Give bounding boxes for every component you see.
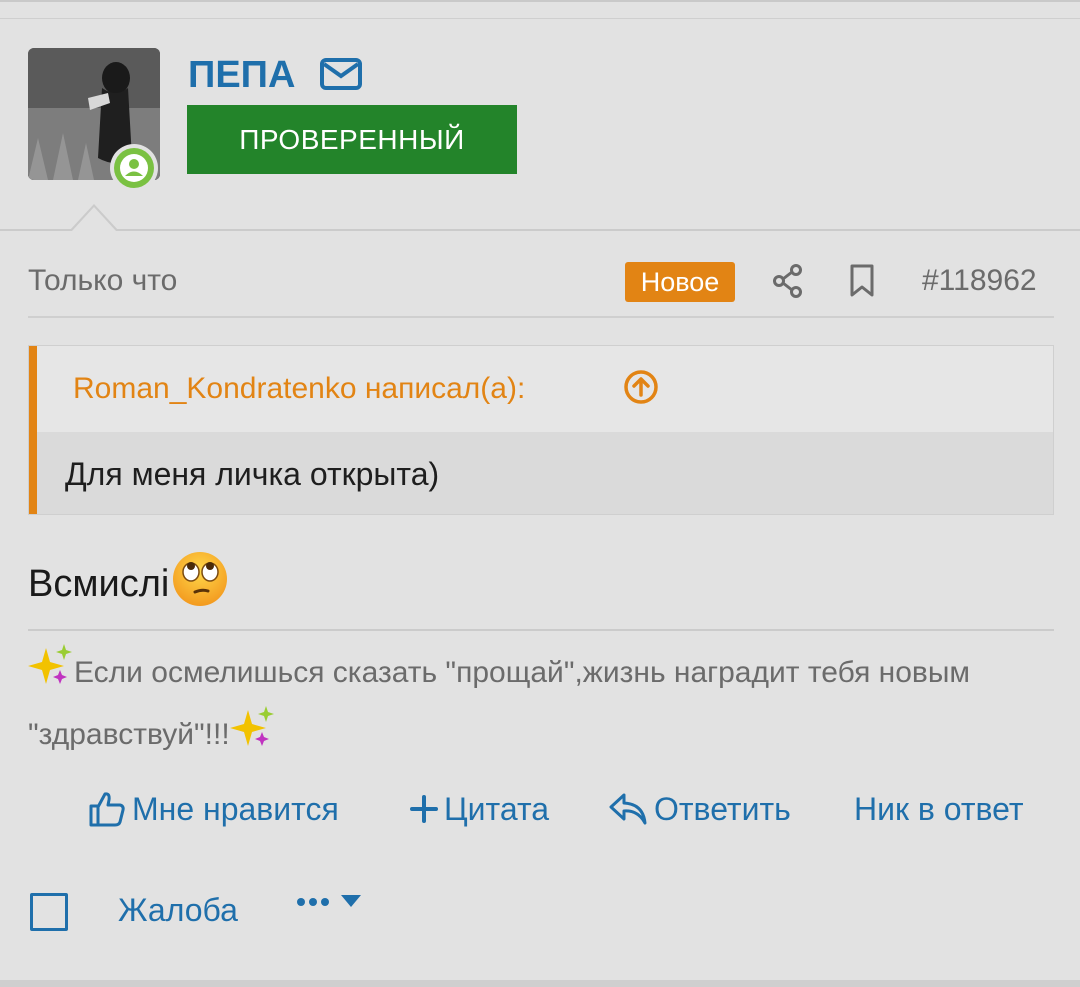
bottom-divider: [0, 980, 1080, 987]
quote-button[interactable]: Цитата: [410, 786, 549, 832]
header-pointer: [70, 204, 118, 231]
quote-header: Roman_Kondratenko написал(а):: [37, 346, 1053, 432]
mail-icon[interactable]: [320, 58, 362, 95]
thumbs-up-icon: [88, 790, 126, 828]
reply-icon: [608, 792, 648, 826]
quote-block: Roman_Kondratenko написал(а): Для меня л…: [28, 345, 1054, 515]
username[interactable]: ПЕПА: [188, 54, 295, 97]
post-time[interactable]: Только что: [28, 264, 177, 298]
signature-divider: [28, 629, 1054, 631]
sparkles-icon: [28, 644, 74, 706]
signature-text: Если осмелишься сказать "прощай",жизнь н…: [28, 656, 971, 751]
post-number-link[interactable]: #118962: [922, 264, 1037, 298]
report-link[interactable]: Жалоба: [118, 892, 238, 929]
post-message: Всмислі: [28, 550, 229, 618]
rolling-eyes-emoji: [171, 550, 229, 618]
online-status-indicator: [110, 144, 158, 192]
sparkles-icon: [229, 706, 276, 768]
header-divider: [0, 229, 1080, 231]
select-post-checkbox[interactable]: [30, 893, 68, 931]
plus-icon: [410, 795, 438, 823]
post-message-text: Всмислі: [28, 562, 170, 605]
more-dots-icon: [296, 895, 330, 913]
quote-body: Для меня личка открыта): [37, 432, 1053, 514]
more-menu-button[interactable]: [296, 894, 362, 913]
like-label: Мне нравится: [132, 790, 339, 827]
reply-button[interactable]: Ответить: [608, 786, 791, 832]
user-online-icon: [114, 148, 154, 188]
quote-text: Для меня личка открыта): [65, 456, 440, 492]
meta-divider: [28, 316, 1054, 318]
signature: Если осмелишься сказать "прощай",жизнь н…: [28, 644, 1028, 768]
user-title-badge: ПРОВЕРЕННЫЙ: [187, 105, 517, 174]
like-button[interactable]: Мне нравится: [88, 786, 339, 832]
quote-author-link[interactable]: Roman_Kondratenko написал(а):: [73, 372, 525, 406]
caret-down-icon: [340, 894, 362, 913]
new-badge: Новое: [625, 262, 735, 302]
nick-reply-label: Ник в ответ: [854, 790, 1024, 827]
top-divider: [0, 0, 1080, 2]
quote-label: Цитата: [444, 790, 550, 827]
arrow-up-circle-icon[interactable]: [623, 369, 659, 410]
bookmark-icon[interactable]: [848, 264, 876, 303]
top-divider-secondary: [0, 18, 1080, 19]
nick-reply-button[interactable]: Ник в ответ: [854, 786, 1024, 832]
post-actions: Мне нравится Цитата Ответить Ник в ответ: [0, 786, 1080, 836]
quote-accent-bar: [29, 346, 37, 514]
post-footer: Жалоба: [0, 890, 1080, 934]
reply-label: Ответить: [654, 790, 791, 827]
share-icon[interactable]: [772, 264, 804, 303]
